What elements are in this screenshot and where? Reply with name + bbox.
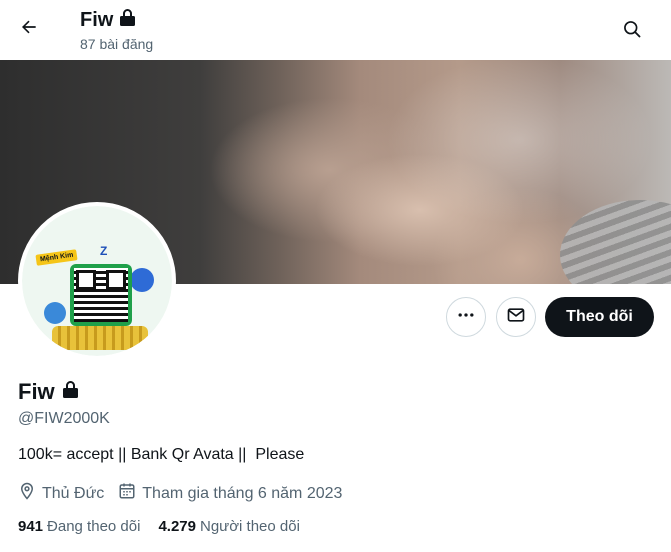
avatar-z-mark: Z [100,244,108,258]
followers-count: 4.279 [158,518,196,535]
more-options-button[interactable] [446,297,486,337]
location-item: Thủ Đức [18,482,104,505]
followers-link[interactable]: 4.279 Người theo dõi [158,518,299,535]
following-link[interactable]: 941 Đang theo dõi [18,518,140,535]
profile-name-row: Fiw [18,379,79,405]
profile-name: Fiw [18,379,55,404]
qr-code [74,268,128,322]
location-text: Thủ Đức [42,484,105,502]
search-icon [622,19,642,44]
follow-button[interactable]: Theo dõi [545,297,654,337]
profile-header: Fiw 87 bài đăng [0,0,671,60]
lock-icon [62,380,79,404]
profile-bio: 100k= accept || Bank Qr Avata || Please [18,446,305,463]
banner-fabric [560,200,671,284]
avatar-decoration [130,268,154,292]
more-horizontal-icon [456,305,476,330]
joined-item: Tham gia tháng 6 năm 2023 [118,482,342,505]
lock-icon [119,8,136,32]
header-title: Fiw [80,8,136,32]
followers-label: Người theo dõi [199,518,300,535]
avatar-image: Mệnh Kim Z [22,206,172,356]
calendar-icon [118,482,136,505]
qr-code-frame [70,264,132,326]
header-name: Fiw [80,9,114,31]
avatar-coin-base [52,326,148,350]
profile-handle: @FIW2000K [18,410,110,427]
envelope-icon [506,305,526,330]
joined-text: Tham gia tháng 6 năm 2023 [142,484,343,502]
profile-meta: Thủ Đức Tham gia tháng 6 năm 2023 [18,482,356,505]
arrow-left-icon [19,17,39,42]
avatar-decoration [44,302,66,324]
search-button[interactable] [615,14,649,48]
back-button[interactable] [12,12,46,46]
post-count: 87 bài đăng [80,36,154,52]
avatar-sign: Mệnh Kim [35,249,79,266]
message-button[interactable] [496,297,536,337]
location-pin-icon [18,482,36,505]
avatar[interactable]: Mệnh Kim Z [18,202,176,360]
following-label: Đang theo dõi [47,518,141,535]
profile-stats: 941 Đang theo dõi 4.279 Người theo dõi [18,518,318,535]
following-count: 941 [18,518,44,535]
